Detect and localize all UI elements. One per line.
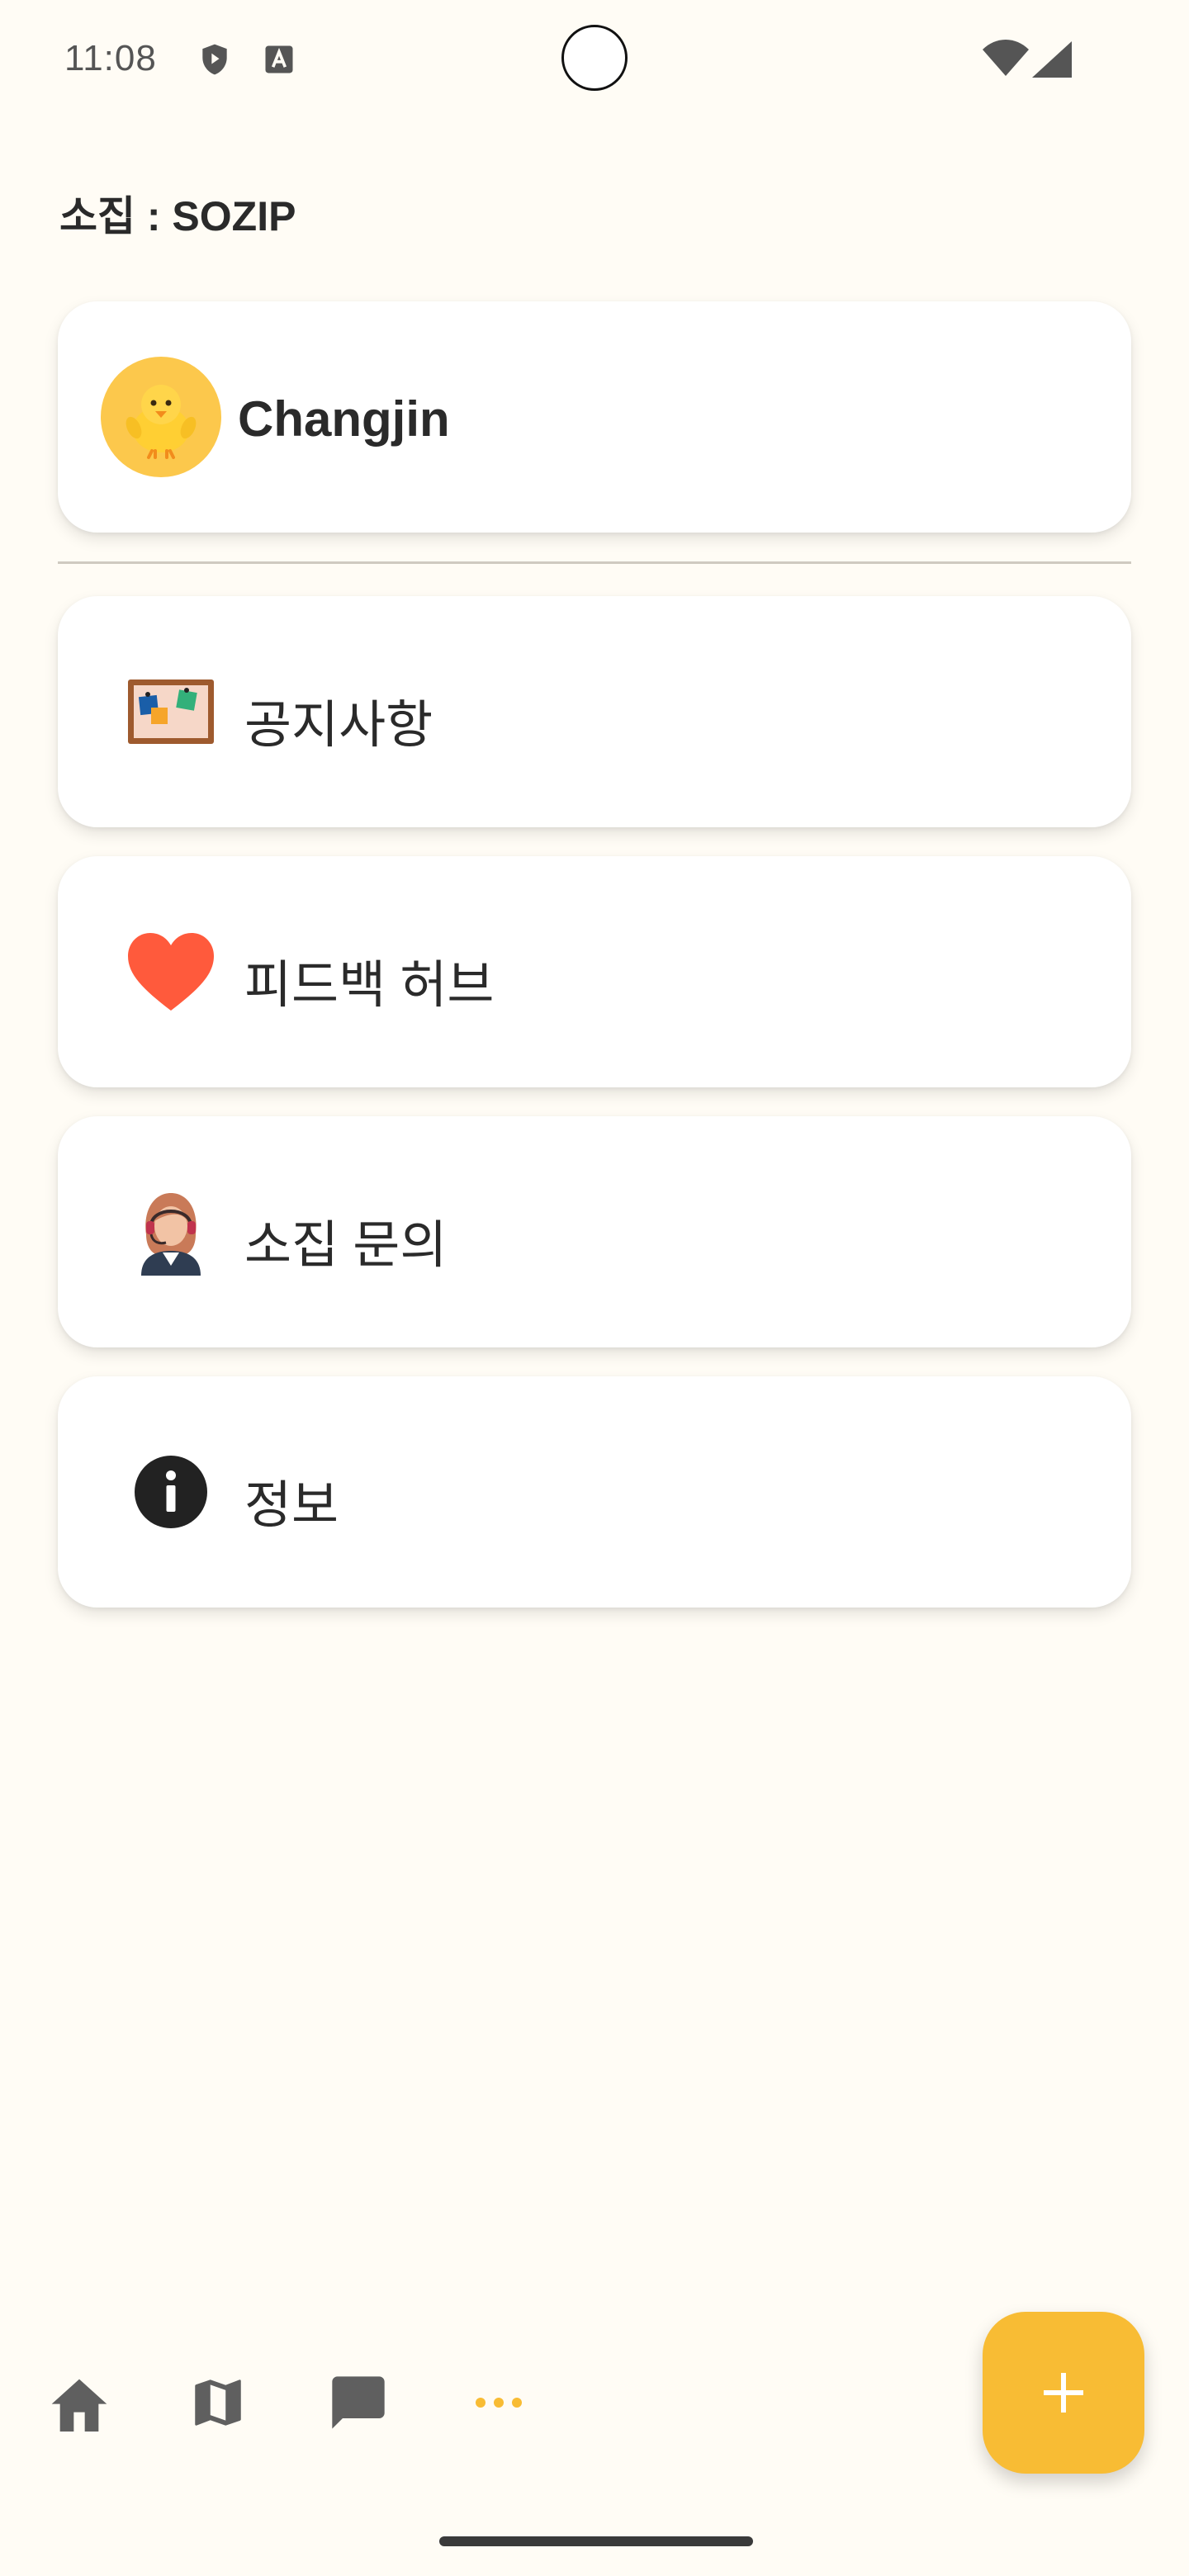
menu-item-label: 소집 문의 — [244, 1217, 448, 1274]
status-time: 11:08 — [64, 38, 157, 78]
divider — [58, 561, 1131, 564]
support-agent-icon — [126, 1189, 216, 1276]
more-icon[interactable] — [457, 2361, 540, 2444]
avatar — [101, 357, 221, 477]
bulletin-board-icon — [126, 669, 216, 755]
camera-cutout — [561, 25, 628, 91]
home-indicator[interactable] — [439, 2536, 753, 2546]
map-icon[interactable] — [177, 2361, 259, 2444]
plus-icon — [1044, 2373, 1083, 2413]
home-icon[interactable] — [38, 2361, 121, 2444]
shield-play-icon — [197, 41, 233, 78]
info-icon — [126, 1449, 216, 1535]
heart-icon — [126, 929, 216, 1015]
cellular-signal-icon — [1032, 41, 1072, 78]
profile-name: Changjin — [238, 391, 450, 447]
font-a-icon — [261, 41, 297, 78]
menu-item-label: 피드백 허브 — [244, 957, 495, 1014]
screen: 11:08 소집 : SOZIP Changjin 공지사항 피드백 허브 소집… — [0, 0, 1189, 2576]
menu-item-label: 공지사항 — [244, 697, 433, 754]
wifi-icon — [983, 40, 1029, 78]
status-bar: 11:08 — [0, 0, 1189, 124]
chat-icon[interactable] — [317, 2361, 400, 2444]
chick-icon — [126, 385, 197, 459]
menu-item-notices[interactable]: 공지사항 — [58, 596, 1131, 827]
profile-card[interactable]: Changjin — [58, 301, 1131, 533]
page-title: 소집 : SOZIP — [59, 193, 296, 239]
menu-item-info[interactable]: 정보 — [58, 1376, 1131, 1608]
menu-item-feedback-hub[interactable]: 피드백 허브 — [58, 856, 1131, 1087]
add-button[interactable] — [983, 2312, 1144, 2474]
menu-item-inquiry[interactable]: 소집 문의 — [58, 1116, 1131, 1347]
menu-item-label: 정보 — [244, 1477, 339, 1534]
